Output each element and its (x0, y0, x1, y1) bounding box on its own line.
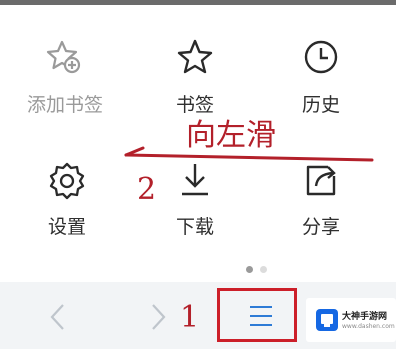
watermark-name: 大神手游网 (342, 312, 388, 322)
chevron-right-icon (152, 304, 166, 330)
swipe-left-annotation: 向左滑 (186, 118, 276, 153)
forward-button[interactable] (133, 282, 183, 349)
step-one-annotation: 1 (180, 300, 200, 335)
step-two-annotation: 2 (137, 172, 157, 207)
back-button[interactable] (33, 282, 83, 349)
watermark-url: www.dashen.com (342, 323, 395, 330)
page-dot (260, 266, 267, 273)
chevron-left-icon (50, 304, 64, 330)
menu-button-highlight (217, 288, 297, 342)
watermark-logo: 大神手游网 www.dashen.com (306, 298, 396, 342)
page-indicator (246, 266, 276, 274)
page-dot-active (246, 266, 253, 273)
watermark-icon (316, 309, 338, 331)
